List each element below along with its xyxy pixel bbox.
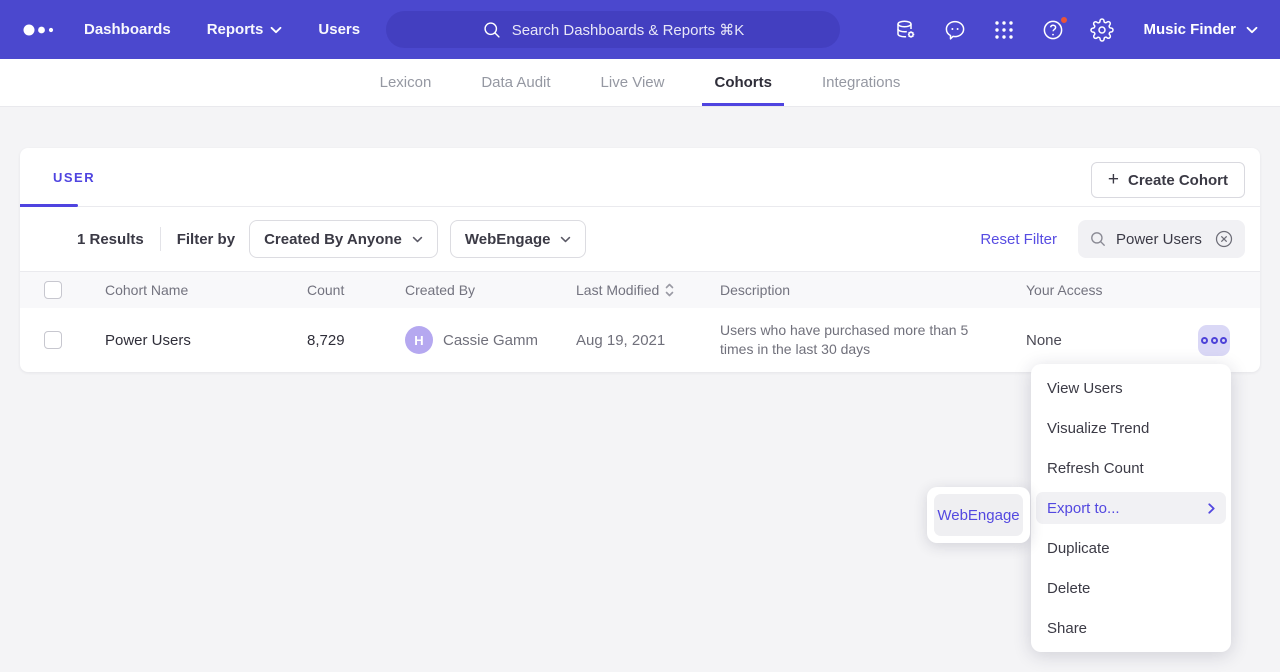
- cohorts-card: USER + Create Cohort 1 Results Filter by…: [20, 148, 1260, 372]
- tab-live-view[interactable]: Live View: [589, 59, 677, 106]
- feedback-icon[interactable]: [943, 18, 967, 42]
- nav-label: Dashboards: [84, 21, 171, 38]
- search-icon: [1089, 230, 1107, 248]
- column-label: Last Modified: [576, 282, 659, 298]
- chevron-down-icon: [412, 236, 423, 243]
- menu-item-delete[interactable]: Delete: [1031, 568, 1231, 608]
- count-cell: 8,729: [307, 332, 405, 349]
- filter-toolbar: 1 Results Filter by Created By Anyone We…: [20, 207, 1260, 272]
- nav-label: Reports: [207, 21, 264, 38]
- more-dot: [1201, 337, 1208, 344]
- integration-filter-value: WebEngage: [465, 231, 551, 248]
- table-header-row: Cohort Name Count Created By Last Modifi…: [20, 272, 1260, 308]
- tab-label: Integrations: [822, 74, 900, 91]
- tab-cohorts[interactable]: Cohorts: [702, 59, 784, 106]
- section-tabbar: Lexicon Data Audit Live View Cohorts Int…: [0, 59, 1280, 107]
- navbar-actions: Music Finder: [894, 18, 1258, 42]
- menu-item-label: Export to...: [1047, 500, 1120, 517]
- sort-icon[interactable]: [665, 283, 674, 297]
- column-header-your-access[interactable]: Your Access: [1026, 282, 1198, 298]
- project-switcher[interactable]: Music Finder: [1143, 21, 1258, 38]
- create-cohort-button[interactable]: + Create Cohort: [1091, 162, 1245, 198]
- tab-user-cohorts[interactable]: USER: [20, 170, 95, 185]
- nav-item-reports[interactable]: Reports: [207, 21, 283, 38]
- created-by-name: Cassie Gamm: [443, 332, 538, 349]
- table-row[interactable]: Power Users 8,729 H Cassie Gamm Aug 19, …: [20, 308, 1260, 372]
- column-header-count[interactable]: Count: [307, 282, 405, 298]
- apps-grid-icon[interactable]: [992, 18, 1016, 42]
- plus-icon: +: [1108, 170, 1119, 189]
- divider: [160, 227, 161, 251]
- menu-item-export-to[interactable]: Export to...: [1036, 492, 1226, 524]
- chevron-down-icon: [1246, 26, 1258, 34]
- integration-filter-dropdown[interactable]: WebEngage: [450, 220, 587, 258]
- tab-data-audit[interactable]: Data Audit: [469, 59, 562, 106]
- reset-filter-link[interactable]: Reset Filter: [980, 231, 1057, 248]
- primary-nav: Dashboards Reports Users: [84, 21, 360, 38]
- row-checkbox[interactable]: [44, 331, 62, 349]
- column-header-last-modified[interactable]: Last Modified: [576, 282, 720, 298]
- cohorts-card-header: USER + Create Cohort: [20, 148, 1260, 207]
- clear-search-icon[interactable]: [1214, 229, 1234, 249]
- export-submenu: WebEngage: [927, 487, 1030, 543]
- chevron-down-icon: [270, 26, 282, 34]
- results-count: 1 Results: [77, 231, 144, 248]
- menu-item-visualize-trend[interactable]: Visualize Trend: [1031, 408, 1231, 448]
- row-actions-button[interactable]: [1198, 325, 1230, 356]
- tab-label: Lexicon: [380, 74, 432, 91]
- cohort-name-cell[interactable]: Power Users: [105, 332, 307, 349]
- notification-dot: [1059, 15, 1069, 25]
- top-navbar: Dashboards Reports Users Search Dashboar…: [0, 0, 1280, 59]
- nav-label: Users: [318, 21, 360, 38]
- menu-item-duplicate[interactable]: Duplicate: [1031, 528, 1231, 568]
- description-cell: Users who have purchased more than 5 tim…: [720, 321, 1026, 359]
- last-modified-cell: Aug 19, 2021: [576, 332, 720, 349]
- nav-item-users[interactable]: Users: [318, 21, 360, 38]
- global-search-input[interactable]: Search Dashboards & Reports ⌘K: [386, 11, 840, 48]
- column-header-cohort-name[interactable]: Cohort Name: [105, 282, 307, 298]
- menu-item-view-users[interactable]: View Users: [1031, 368, 1231, 408]
- cohort-search-value: Power Users: [1116, 231, 1205, 248]
- row-context-menu: View Users Visualize Trend Refresh Count…: [1031, 364, 1231, 652]
- select-all-checkbox[interactable]: [44, 281, 62, 299]
- avatar: H: [405, 326, 433, 354]
- create-cohort-label: Create Cohort: [1128, 172, 1228, 189]
- active-tab-underline: [702, 103, 784, 106]
- created-by-filter-dropdown[interactable]: Created By Anyone: [249, 220, 438, 258]
- menu-item-share[interactable]: Share: [1031, 608, 1231, 648]
- created-by-cell: H Cassie Gamm: [405, 326, 576, 354]
- user-tab-underline: [20, 204, 78, 207]
- data-management-icon[interactable]: [894, 18, 918, 42]
- created-by-filter-value: Created By Anyone: [264, 231, 402, 248]
- tab-lexicon[interactable]: Lexicon: [368, 59, 444, 106]
- project-name: Music Finder: [1143, 21, 1236, 38]
- chevron-down-icon: [560, 236, 571, 243]
- nav-item-dashboards[interactable]: Dashboards: [84, 21, 171, 38]
- menu-item-refresh-count[interactable]: Refresh Count: [1031, 448, 1231, 488]
- search-icon: [482, 20, 502, 40]
- column-header-created-by[interactable]: Created By: [405, 282, 576, 298]
- your-access-cell: None: [1026, 332, 1198, 349]
- search-placeholder: Search Dashboards & Reports ⌘K: [512, 21, 745, 39]
- mixpanel-logo-icon[interactable]: [22, 18, 62, 42]
- tab-label: Live View: [601, 74, 665, 91]
- more-dot: [1220, 337, 1227, 344]
- chevron-right-icon: [1208, 503, 1215, 514]
- filter-by-label: Filter by: [177, 231, 235, 248]
- more-dot: [1211, 337, 1218, 344]
- column-header-description[interactable]: Description: [720, 282, 1026, 298]
- submenu-item-webengage[interactable]: WebEngage: [934, 494, 1023, 536]
- cohort-search-input[interactable]: Power Users: [1078, 220, 1245, 258]
- tab-label: Data Audit: [481, 74, 550, 91]
- help-icon[interactable]: [1041, 18, 1065, 42]
- tab-label: Cohorts: [714, 74, 772, 91]
- settings-gear-icon[interactable]: [1090, 18, 1114, 42]
- tab-integrations[interactable]: Integrations: [810, 59, 912, 106]
